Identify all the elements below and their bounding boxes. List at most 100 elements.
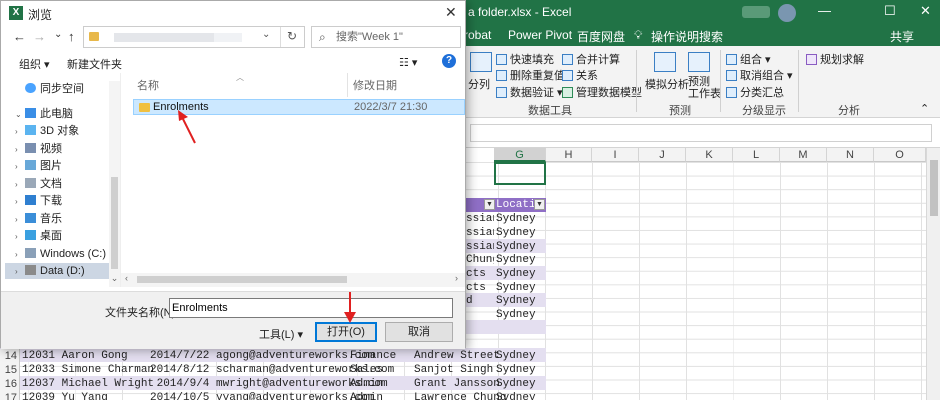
forecast-sheet-icon[interactable] [688,52,710,72]
close-icon[interactable]: ✕ [445,4,457,21]
nav-item-drive-d[interactable]: › Data (D:) [5,263,109,279]
tools-menu[interactable]: 工具(L) ▾ [259,326,303,342]
cell[interactable]: Sydney [496,212,536,226]
cell[interactable]: Andrew Street [414,349,500,363]
relationships-button[interactable]: 关系 [562,67,598,83]
cell[interactable]: Grant Jansson [414,377,500,391]
help-icon[interactable]: ? [442,54,456,68]
nav-item-this-pc[interactable]: ⌄ 此电脑 [15,106,73,122]
ungroup-button[interactable]: 取消组合 ▾ [726,67,793,83]
scrollbar-thumb[interactable] [137,276,347,283]
text-to-columns-icon[interactable] [470,52,492,72]
consolidate-button[interactable]: 合并计算 [562,51,620,67]
row-header[interactable]: 14 [0,349,20,363]
column-header-l[interactable]: L [733,148,780,162]
cancel-button[interactable]: 取消 [385,322,453,342]
scrollbar-thumb[interactable] [930,160,938,216]
open-button[interactable]: 打开(O) [315,322,377,342]
cell[interactable]: ssian [466,240,494,254]
formula-input[interactable] [470,124,932,142]
address-bar[interactable]: ⌄ ↻ [83,26,305,48]
column-header-m[interactable]: M [780,148,827,162]
tell-me-search[interactable]: 操作说明搜索 [651,28,723,45]
cell[interactable]: Sydney [496,253,536,267]
cell[interactable]: Sydney [496,226,536,240]
chevron-down-icon[interactable]: ⌄ [262,29,270,40]
cell[interactable]: 12033 Simone Charman [22,363,154,377]
column-header-j[interactable]: J [639,148,686,162]
back-icon[interactable]: ← [13,29,26,44]
nav-item-downloads[interactable]: › 下载 [15,193,62,209]
cell[interactable]: Chung [466,253,494,267]
column-header-g[interactable]: G [494,148,546,162]
search-input[interactable] [336,30,456,44]
scroll-right-arrow[interactable]: › [455,273,458,283]
remove-duplicates-button[interactable]: 删除重复值 [496,67,565,83]
forward-icon[interactable]: → [33,29,46,44]
solver-button[interactable]: 规划求解 [806,51,864,67]
column-header-h[interactable]: H [546,148,592,162]
row-header[interactable]: 15 [0,363,20,377]
cell[interactable]: Admin [350,391,383,400]
cell[interactable]: Sydney [496,377,536,391]
cell[interactable]: Lawrence Chung [414,391,506,400]
view-options-icon[interactable]: ☷ ▾ [399,56,417,69]
folder-name-input[interactable] [169,298,453,318]
close-window-icon[interactable]: ✕ [920,3,931,19]
cell[interactable]: Sydney [496,240,536,254]
cell[interactable]: Sydney [496,267,536,281]
cell[interactable]: 12039 Yu Yang [22,391,108,400]
cell[interactable]: Sydney [496,391,536,400]
new-folder-button[interactable]: 新建文件夹 [67,56,122,72]
cell[interactable]: Sales [350,363,383,377]
column-divider[interactable] [347,73,348,97]
column-header-n[interactable]: N [827,148,874,162]
cell[interactable]: d [466,294,494,308]
flash-fill-button[interactable]: 快速填充 [496,51,554,67]
row-header[interactable]: 16 [0,377,20,391]
group-button[interactable]: 组合 ▾ [726,51,771,67]
cell[interactable]: Admin [350,377,383,391]
active-cell-g1[interactable] [494,162,546,185]
column-header-i[interactable]: I [592,148,639,162]
organize-menu[interactable]: 组织 ▾ [19,56,50,72]
cell[interactable]: 12037 Michael Wright [22,377,154,391]
cell[interactable]: 2014/7/22 agong@adventureworks.com [150,349,374,363]
nav-item-documents[interactable]: › 文档 [15,176,62,192]
nav-item-pictures[interactable]: › 图片 [15,158,62,174]
column-header-o[interactable]: O [874,148,926,162]
cell[interactable]: 12031 Aaron Gong [22,349,128,363]
cell[interactable]: Sydney [496,363,536,377]
nav-item-desktop[interactable]: › 桌面 [15,228,62,244]
up-folder-icon[interactable]: ↑ [68,29,75,44]
column-header-k[interactable]: K [686,148,733,162]
nav-item-videos[interactable]: › 视频 [15,141,62,157]
column-header-modified[interactable]: 修改日期 [353,77,397,95]
text-to-columns-button[interactable]: 分列 [468,76,490,92]
cell[interactable]: Finance [350,349,396,363]
cell[interactable]: Sydney [496,281,536,295]
maximize-icon[interactable]: ☐ [884,3,896,19]
scroll-left-arrow[interactable]: ‹ [125,273,128,283]
scrollbar-thumb[interactable] [111,177,118,269]
column-header-name[interactable]: 名称 [137,77,159,95]
what-if-analysis-icon[interactable] [654,52,676,72]
horizontal-scrollbar[interactable]: ‹ › [121,273,465,287]
collapse-ribbon-icon[interactable]: ⌃ [920,102,929,115]
forecast-sheet-button[interactable]: 预测 工作表 [688,76,721,100]
cell[interactable]: cts [466,267,494,281]
tab-power-pivot[interactable]: Power Pivot [508,28,572,42]
cell[interactable]: 2014/10/5 yyang@adventureworks.com [150,391,374,400]
cell[interactable]: Sydney [496,308,536,322]
tab-baidu-netdisk[interactable]: 百度网盘 [577,28,625,45]
cell[interactable]: cts [466,281,494,295]
nav-item-drive-c[interactable]: › Windows (C:) [15,246,106,262]
what-if-analysis-button[interactable]: 模拟分析 [645,76,689,92]
manage-data-model-button[interactable]: 管理数据模型 [562,84,642,100]
minimize-icon[interactable]: — [818,3,831,18]
subtotal-button[interactable]: 分类汇总 [726,84,784,100]
cell[interactable]: ssian [466,212,494,226]
cell[interactable]: Sanjot Singh [414,363,493,377]
data-validation-button[interactable]: 数据验证 ▾ [496,84,563,100]
nav-item-music[interactable]: › 音乐 [15,211,62,227]
